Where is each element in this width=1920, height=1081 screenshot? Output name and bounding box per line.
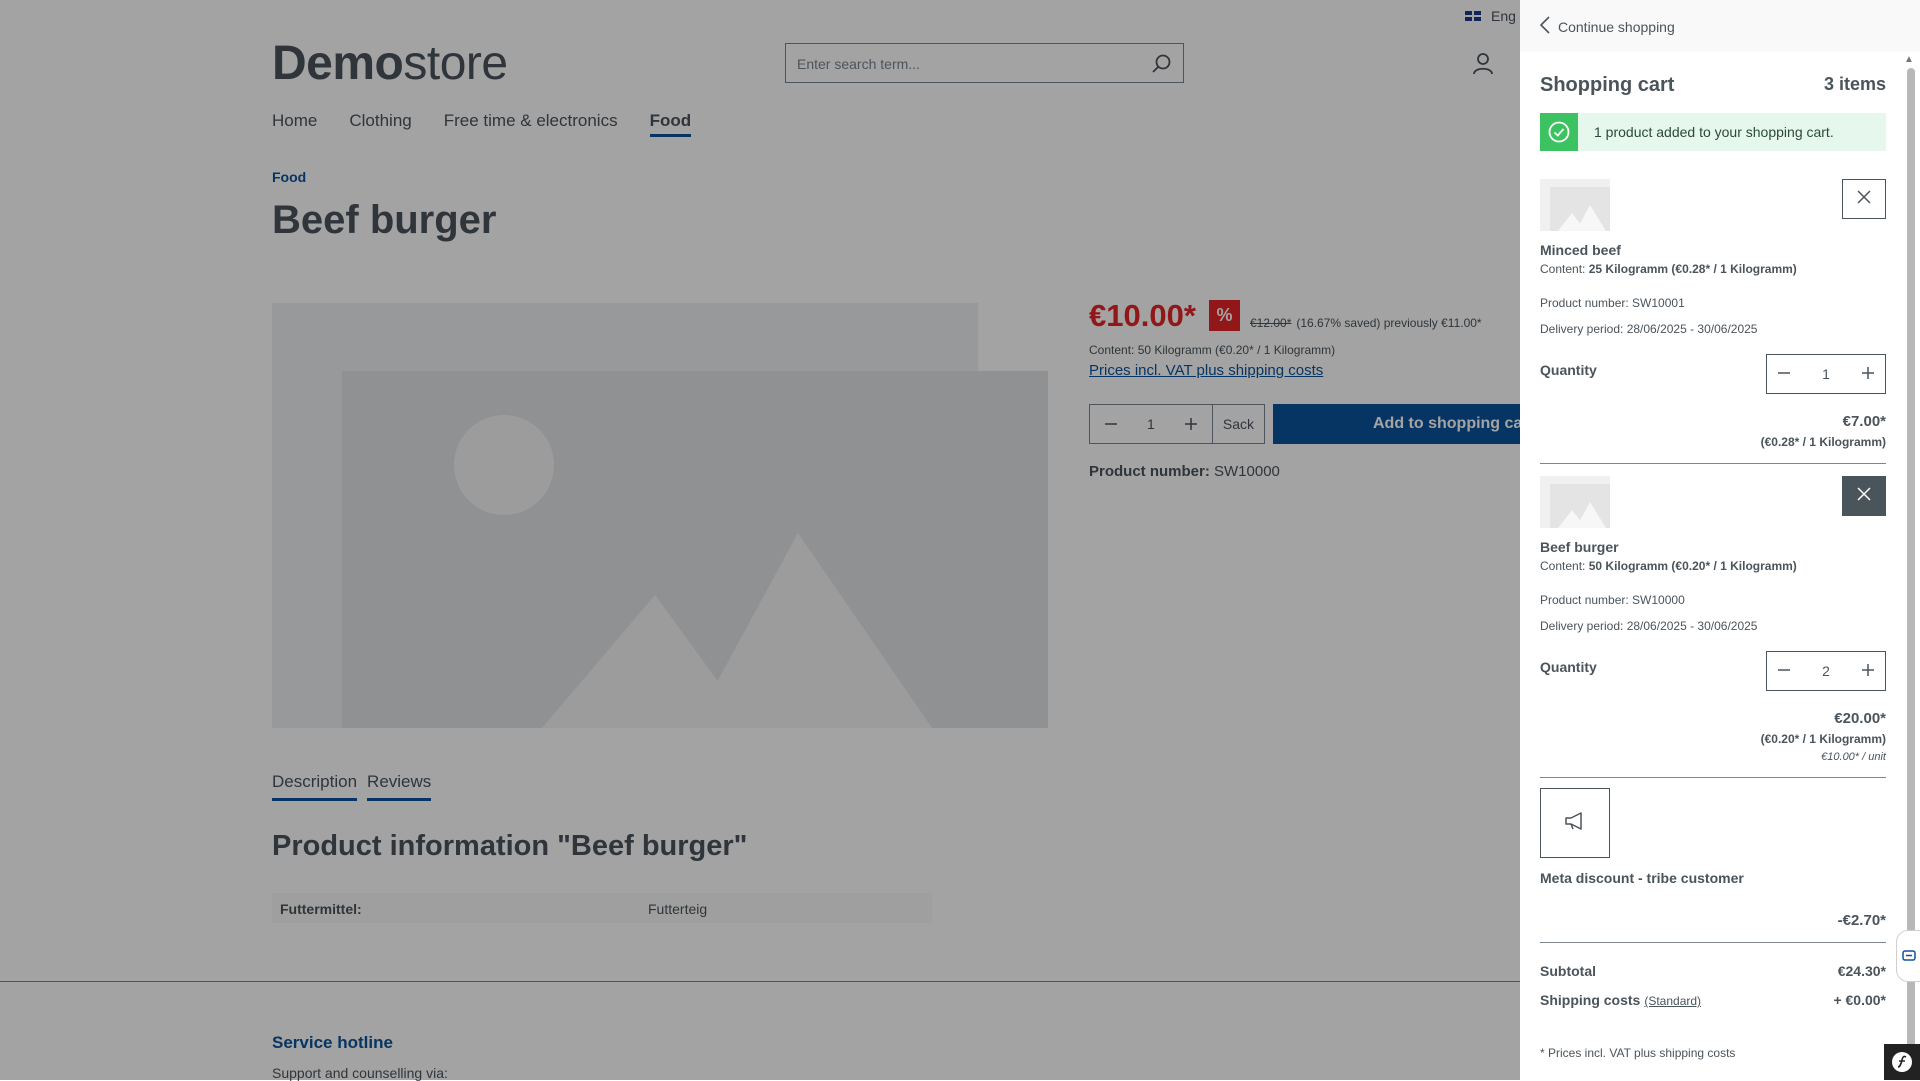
cart-item-reference-price: (€0.28* / 1 Kilogramm)	[1760, 435, 1886, 449]
promotion-icon-box	[1540, 788, 1610, 858]
subtotal-label: Subtotal	[1540, 963, 1596, 979]
promotion-name: Meta discount - tribe customer	[1540, 870, 1744, 886]
plus-icon[interactable]	[1861, 366, 1875, 383]
remove-item-button[interactable]	[1842, 476, 1886, 516]
cart-item-reference-price: (€0.20* / 1 Kilogramm)	[1760, 732, 1886, 746]
backdrop-overlay[interactable]	[0, 0, 1520, 1080]
cart-line-item: Beef burger Content: 50 Kilogramm (€0.20…	[1540, 476, 1886, 776]
megaphone-icon	[1563, 811, 1587, 836]
plus-icon[interactable]	[1861, 663, 1875, 680]
chat-widget-icon[interactable]	[1896, 930, 1920, 982]
cart-item-content: Content: 25 Kilogramm (€0.28* / 1 Kilogr…	[1540, 262, 1797, 276]
cart-item-price: €20.00*	[1834, 710, 1886, 727]
product-thumbnail[interactable]	[1540, 476, 1610, 528]
cart-quantity-stepper: 1	[1766, 354, 1886, 394]
minus-icon[interactable]	[1777, 366, 1791, 383]
cart-quantity-stepper: 2	[1766, 651, 1886, 691]
quantity-label: Quantity	[1540, 659, 1597, 675]
cart-item-product-number: Product number: SW10001	[1540, 296, 1685, 310]
symfony-toolbar-icon[interactable]	[1884, 1044, 1920, 1080]
vat-footnote: * Prices incl. VAT plus shipping costs	[1540, 1046, 1736, 1060]
cart-header: Continue shopping	[1520, 0, 1920, 52]
item-divider	[1540, 777, 1886, 778]
cart-title: Shopping cart	[1540, 74, 1675, 96]
shipping-value: + €0.00*	[1833, 992, 1886, 1008]
cart-item-name[interactable]: Minced beef	[1540, 242, 1621, 258]
quantity-value[interactable]: 2	[1822, 663, 1830, 679]
cart-item-product-number: Product number: SW10000	[1540, 593, 1685, 607]
cart-item-delivery: Delivery period: 28/06/2025 - 30/06/2025	[1540, 619, 1758, 633]
cart-item-name[interactable]: Beef burger	[1540, 539, 1619, 555]
quantity-value[interactable]: 1	[1822, 366, 1830, 382]
shipping-label: Shipping costs	[1540, 992, 1641, 1008]
promotion-price: -€2.70*	[1837, 912, 1886, 929]
cart-item-delivery: Delivery period: 28/06/2025 - 30/06/2025	[1540, 322, 1758, 336]
continue-shopping-link[interactable]: Continue shopping	[1539, 16, 1675, 37]
minus-icon[interactable]	[1777, 663, 1791, 680]
summary-divider	[1540, 942, 1886, 943]
scroll-up-arrow-icon[interactable]: ▲	[1904, 54, 1914, 65]
check-circle-icon	[1540, 113, 1578, 151]
scrollbar-thumb[interactable]	[1907, 68, 1915, 1080]
remove-item-button[interactable]	[1842, 179, 1886, 219]
product-thumbnail[interactable]	[1540, 179, 1610, 231]
cart-item-unit-price: €10.00* / unit	[1821, 751, 1886, 763]
offcanvas-cart: Continue shopping Shopping cart 3 items …	[1520, 0, 1920, 1080]
alert-message: 1 product added to your shopping cart.	[1594, 124, 1834, 140]
cart-item-count: 3 items	[1823, 74, 1886, 94]
success-alert: 1 product added to your shopping cart.	[1540, 113, 1886, 151]
subtotal-row: Subtotal €24.30*	[1540, 963, 1886, 979]
shipping-method-link[interactable]: (Standard)	[1644, 994, 1701, 1008]
subtotal-value: €24.30*	[1837, 963, 1886, 979]
continue-shopping-label: Continue shopping	[1558, 18, 1675, 35]
cart-item-price: €7.00*	[1842, 413, 1886, 430]
cart-line-item: Minced beef Content: 25 Kilogramm (€0.28…	[1540, 179, 1886, 464]
close-icon	[1856, 486, 1872, 507]
quantity-label: Quantity	[1540, 362, 1597, 378]
close-icon	[1856, 189, 1872, 210]
shipping-row: Shipping costs (Standard) + €0.00*	[1540, 992, 1886, 1008]
cart-item-content: Content: 50 Kilogramm (€0.20* / 1 Kilogr…	[1540, 559, 1797, 573]
item-divider	[1540, 463, 1886, 464]
chevron-left-icon	[1539, 16, 1550, 37]
